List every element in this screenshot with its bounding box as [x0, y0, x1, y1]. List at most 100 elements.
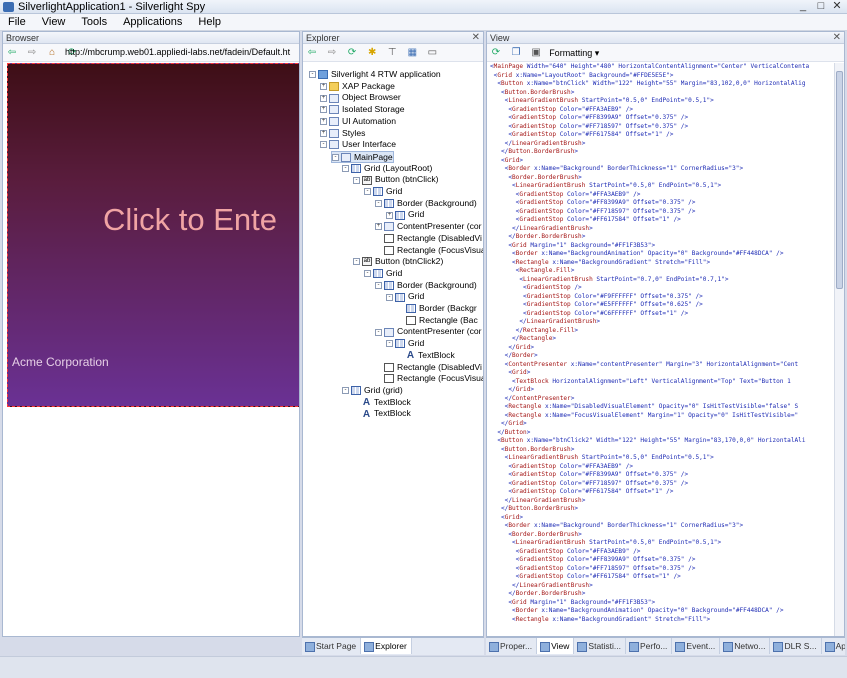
tree-node[interactable]: - Grid (LayoutRoot) — [342, 163, 432, 175]
lightbulb-icon[interactable]: ✱ — [365, 46, 379, 60]
tab-dlr-s[interactable]: DLR S... — [770, 638, 822, 654]
expand-icon[interactable]: + — [386, 211, 393, 219]
collapse-icon[interactable]: - — [332, 154, 339, 162]
tree-node[interactable]: Rectangle (FocusVisua — [375, 245, 483, 257]
home-icon[interactable]: ⌂ — [45, 46, 59, 60]
pin-icon[interactable]: ⊤ — [385, 46, 399, 60]
tree-node[interactable]: - ab Button (btnClick) — [353, 174, 439, 186]
collapse-icon[interactable]: - — [364, 188, 371, 196]
code-line: <Button.BorderBrush> — [490, 445, 575, 453]
tree-node[interactable]: + XAP Package — [320, 81, 395, 93]
menu-file[interactable]: File — [0, 14, 34, 31]
copy-icon[interactable]: ❐ — [509, 46, 523, 60]
tree-node[interactable]: Rectangle (Bac — [397, 315, 478, 327]
code-line: <GradientStop Color="#FF8399A9" Offset="… — [490, 199, 696, 206]
layout-icon[interactable]: ▦ — [405, 46, 419, 60]
close-button[interactable]: ✕ — [829, 0, 845, 14]
code-line: <LinearGradientBrush StartPoint="0.5,0" … — [490, 539, 722, 546]
minimize-button[interactable]: _ — [795, 0, 811, 14]
refresh-icon[interactable]: ⟳ — [345, 46, 359, 60]
tree-node[interactable]: - Grid — [386, 291, 424, 303]
expand-icon[interactable]: + — [375, 223, 382, 231]
tab-view[interactable]: View — [537, 638, 575, 654]
close-icon[interactable]: ✕ — [833, 32, 841, 44]
collapse-icon[interactable]: - — [386, 340, 393, 348]
tree-node[interactable]: - Border (Background) — [375, 198, 477, 210]
tree-node[interactable]: + Object Browser — [320, 92, 401, 104]
tab-statisti[interactable]: Statisti... — [574, 638, 627, 654]
expand-icon[interactable]: + — [320, 129, 327, 137]
collapse-icon[interactable]: - — [353, 258, 360, 266]
collapse-icon[interactable]: - — [375, 199, 382, 207]
window-icon[interactable]: ▣ — [529, 46, 543, 60]
folder-icon[interactable]: ▭ — [425, 46, 439, 60]
expand-icon[interactable]: + — [320, 94, 327, 102]
scrollbar-thumb[interactable] — [836, 71, 843, 289]
xaml-code-view[interactable]: <MainPage Width="640" Height="480" Horiz… — [487, 63, 834, 636]
collapse-icon[interactable]: - — [375, 328, 382, 336]
menu-tools[interactable]: Tools — [73, 14, 115, 31]
menu-applications[interactable]: Applications — [115, 14, 190, 31]
tree-node[interactable]: - Silverlight 4 RTW application — [309, 69, 441, 81]
tab-event[interactable]: Event... — [672, 638, 721, 654]
code-line: </Button.BorderBrush> — [490, 148, 579, 155]
tree-node[interactable]: - User Interface — [320, 139, 396, 151]
tab-perfo[interactable]: Perfo... — [626, 638, 673, 654]
back-icon[interactable]: ⇦ — [305, 46, 319, 60]
tab-netwo[interactable]: Netwo... — [720, 638, 771, 654]
tab-explorer[interactable]: Explorer — [361, 638, 412, 654]
tree-node[interactable]: - Grid (grid) — [342, 385, 403, 397]
expand-icon[interactable]: + — [320, 118, 327, 126]
tree-node-label: Grid — [408, 291, 425, 302]
code-line: <GradientStop Color="#FF8399A9" Offset="… — [490, 114, 689, 121]
tree-node[interactable]: A TextBlock — [353, 397, 411, 409]
forward-icon[interactable]: ⇨ — [25, 46, 39, 60]
collapse-icon[interactable]: - — [375, 281, 382, 289]
tree-node[interactable]: - Border (Background) — [375, 280, 477, 292]
tree-node[interactable]: - MainPage — [331, 150, 394, 163]
click-to-enter-text[interactable]: Click to Ente — [103, 202, 277, 238]
url-field[interactable]: http://mbcrump.web01.appliedi-labs.net/f… — [65, 45, 295, 60]
tree-node[interactable]: Rectangle (DisabledVi — [375, 233, 482, 245]
collapse-icon[interactable]: - — [364, 270, 371, 278]
back-icon[interactable]: ⇦ — [5, 46, 19, 60]
tree-node[interactable]: - Grid — [386, 338, 424, 350]
maximize-button[interactable]: □ — [813, 0, 829, 14]
close-icon[interactable]: ✕ — [472, 32, 480, 44]
tree-node[interactable]: Rectangle (FocusVisua — [375, 373, 483, 385]
tab-proper[interactable]: Proper... — [486, 638, 538, 654]
tree-node[interactable]: Rectangle (DisabledVi — [375, 362, 482, 374]
tree-node[interactable]: + ContentPresenter (cor — [375, 221, 482, 233]
tree-node-label: Button (btnClick2) — [375, 256, 444, 267]
status-bar — [0, 656, 847, 678]
tree-node[interactable]: A TextBlock — [397, 350, 455, 362]
collapse-icon[interactable]: - — [342, 164, 349, 172]
tree-node[interactable]: + Grid — [386, 209, 424, 221]
refresh-icon[interactable]: ⟳ — [489, 46, 503, 60]
tree-node[interactable]: + Styles — [320, 128, 365, 140]
tree-node[interactable]: + UI Automation — [320, 116, 396, 128]
formatting-dropdown[interactable]: Formatting ▾ — [549, 44, 599, 61]
tree-node[interactable]: - ab Button (btnClick2) — [353, 256, 443, 268]
expand-icon[interactable]: + — [320, 82, 327, 90]
tab-applic[interactable]: Applic... — [822, 638, 845, 654]
tree-node[interactable]: - Grid — [364, 268, 402, 280]
tab-start-page[interactable]: Start Page — [302, 638, 362, 654]
collapse-icon[interactable]: - — [309, 71, 316, 79]
tree-node[interactable]: + Isolated Storage — [320, 104, 405, 116]
code-scrollbar[interactable] — [834, 63, 844, 636]
collapse-icon[interactable]: - — [353, 176, 360, 184]
collapse-icon[interactable]: - — [320, 141, 327, 149]
tree-node[interactable]: - ContentPresenter (cor — [375, 326, 482, 338]
tree-node[interactable]: - Grid — [364, 186, 402, 198]
menu-view[interactable]: View — [34, 14, 74, 31]
collapse-icon[interactable]: - — [386, 293, 393, 301]
collapse-icon[interactable]: - — [342, 387, 349, 395]
code-line: <GradientStop Color="#FF8399A9" Offset="… — [490, 471, 689, 478]
silverlight-content[interactable]: Click to Ente Acme Corporation — [7, 63, 299, 407]
expand-icon[interactable]: + — [320, 106, 327, 114]
menu-help[interactable]: Help — [190, 14, 229, 31]
forward-icon[interactable]: ⇨ — [325, 46, 339, 60]
tree-node[interactable]: Border (Backgr — [397, 303, 477, 315]
tree-node[interactable]: A TextBlock — [353, 408, 411, 420]
